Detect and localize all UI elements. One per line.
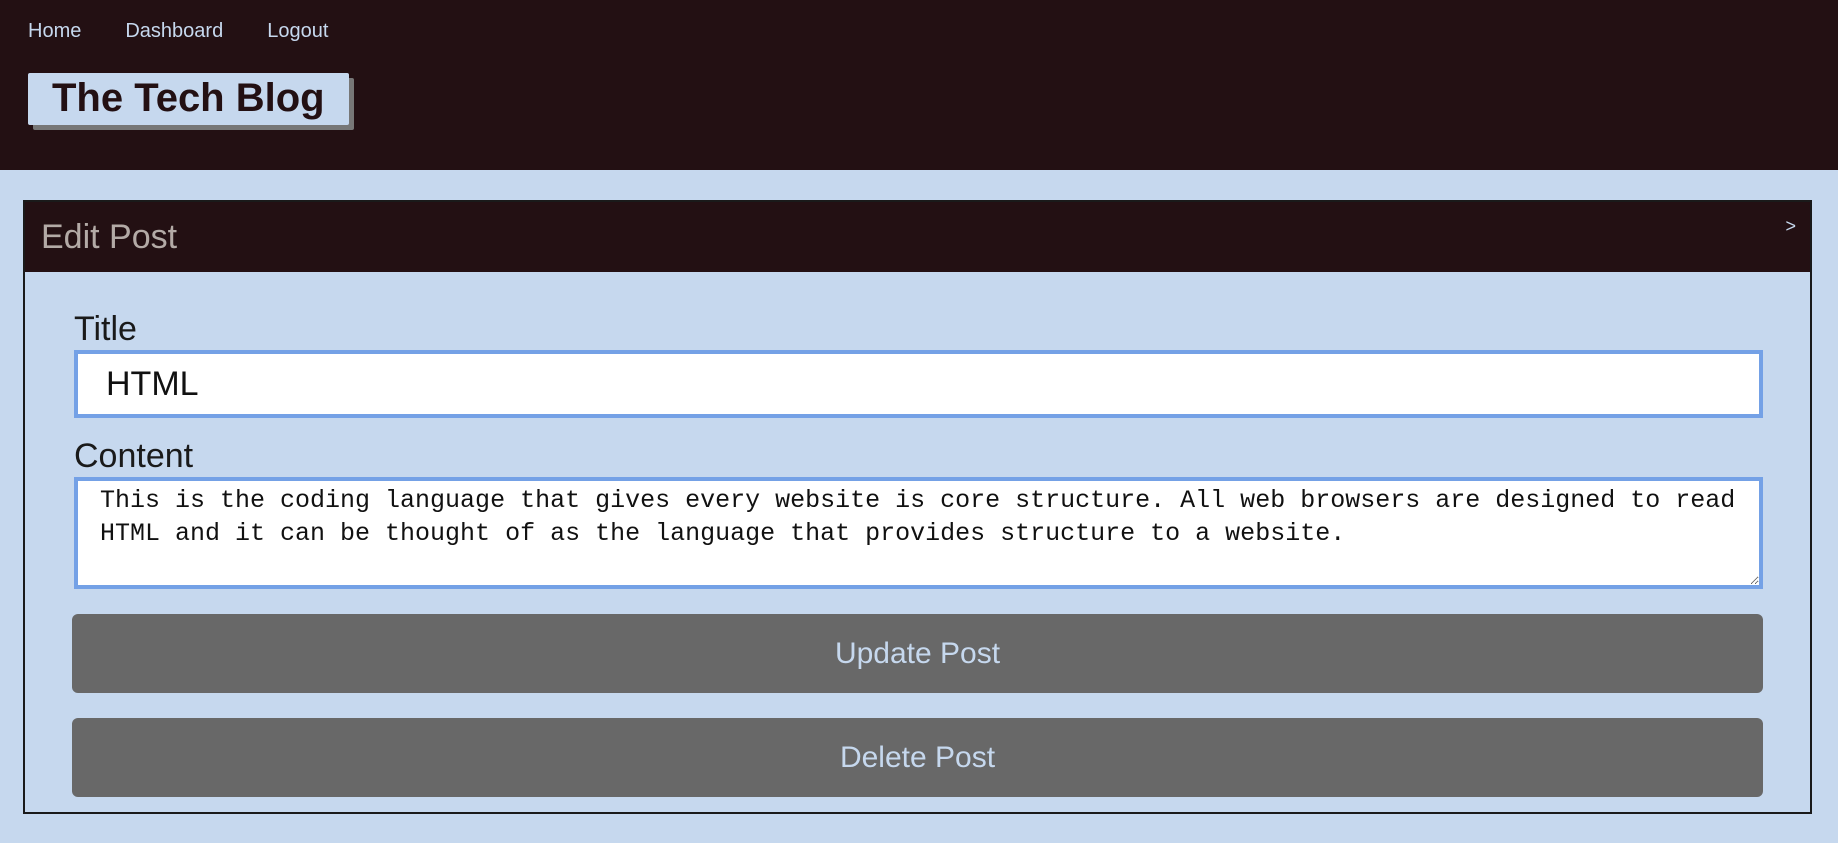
top-header: Home Dashboard Logout The Tech Blog — [0, 0, 1838, 170]
title-input[interactable] — [74, 350, 1763, 418]
delete-post-button[interactable]: Delete Post — [72, 718, 1763, 797]
main-nav: Home Dashboard Logout — [28, 20, 372, 43]
nav-link-dashboard[interactable]: Dashboard — [125, 20, 223, 43]
title-label: Title — [74, 310, 137, 348]
update-post-button[interactable]: Update Post — [72, 614, 1763, 693]
site-title: The Tech Blog — [28, 73, 349, 125]
nav-link-home[interactable]: Home — [28, 20, 81, 43]
card-title: Edit Post — [41, 218, 178, 256]
collapse-toggle-icon[interactable]: > — [1785, 216, 1796, 237]
content-textarea[interactable]: This is the coding language that gives e… — [74, 477, 1763, 589]
nav-link-logout[interactable]: Logout — [267, 20, 328, 43]
edit-post-card: Edit Post > Title Content This is the co… — [23, 200, 1812, 814]
card-header: Edit Post > — [25, 202, 1810, 272]
content-label: Content — [74, 437, 194, 475]
